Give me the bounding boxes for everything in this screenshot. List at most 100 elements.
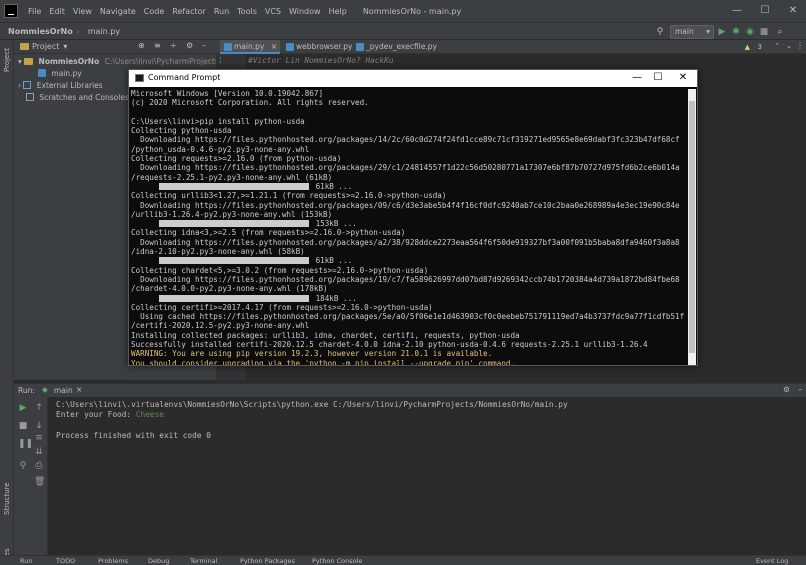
cmd-minimize-button[interactable]: — (627, 71, 647, 85)
download-progress-bar (159, 294, 309, 302)
chevron-up-icon[interactable]: ⌃ (774, 42, 780, 50)
pause-icon[interactable]: ❚❚ (18, 439, 33, 449)
search-icon[interactable]: ⌕ (774, 26, 786, 38)
menu-run[interactable]: Run (210, 7, 233, 16)
cmd-console-line (131, 108, 687, 117)
down-arrow-icon[interactable]: ↓ (34, 421, 44, 431)
cmd-console-line: 61kB ... (131, 182, 687, 191)
tree-item-main-py[interactable]: main.py (38, 68, 82, 80)
menu-code[interactable]: Code (140, 7, 168, 16)
status-python-packages[interactable]: Python Packages (240, 557, 295, 565)
cmd-console-line: C:\Users\linvi>pip install python-usda (131, 116, 305, 126)
menu-edit[interactable]: Edit (45, 7, 69, 16)
chevron-down-icon[interactable]: ▾ (63, 42, 67, 51)
collapse-icon[interactable]: ≡ (154, 41, 161, 50)
library-icon (23, 81, 32, 89)
coverage-icon[interactable]: ◉ (744, 26, 756, 38)
cmd-console-output[interactable]: Microsoft Windows [Version 10.0.19042.86… (131, 89, 687, 365)
locate-icon[interactable]: ⊕ (138, 41, 145, 50)
soft-wrap-icon[interactable]: ≡ (34, 433, 44, 443)
status-problems[interactable]: Problems (98, 557, 128, 565)
tab-label: main.py (234, 42, 265, 51)
more-icon[interactable]: ⋮ (796, 41, 804, 50)
menu-tools[interactable]: Tools (233, 7, 261, 16)
editor-tabs: main.py × webbrowser.py × _pydev_execfil… (216, 40, 806, 65)
pin-icon[interactable]: ⚲ (18, 461, 28, 471)
add-configuration-icon[interactable]: ⚲ (654, 26, 666, 38)
warning-icon[interactable]: ▲ (745, 43, 750, 51)
project-tool-tab[interactable]: Project (3, 48, 11, 72)
expand-icon[interactable]: ÷ (170, 41, 177, 50)
menu-navigate[interactable]: Navigate (96, 7, 140, 16)
menu-bar: File Edit View Navigate Code Refactor Ru… (0, 0, 806, 22)
chevron-down-icon: ▾ (706, 27, 710, 36)
pycharm-logo-icon (4, 4, 18, 18)
trash-icon[interactable]: 🗑 (34, 477, 45, 487)
cmd-titlebar[interactable]: Command Prompt — ☐ ✕ (129, 70, 697, 87)
scroll-to-end-icon[interactable]: ⇊ (34, 447, 44, 457)
close-button[interactable]: ✕ (786, 4, 800, 18)
tab-webbrowser-py[interactable]: webbrowser.py × (282, 40, 352, 65)
menu-vcs[interactable]: VCS (261, 7, 285, 16)
rerun-icon[interactable]: ▶ (18, 403, 28, 413)
status-run[interactable]: Run (20, 557, 32, 565)
hide-icon[interactable]: – (202, 41, 206, 50)
cmd-icon (135, 74, 144, 82)
status-debug[interactable]: Debug (148, 557, 169, 565)
gear-icon[interactable]: ⚙ (783, 385, 790, 394)
tree-item-scratches[interactable]: Scratches and Consoles (26, 92, 129, 104)
cmd-console-line: Collecting urllib3<1.27,>=1.21.1 (from r… (131, 191, 447, 201)
status-todo[interactable]: TODO (56, 557, 75, 565)
tree-item-label: main.py (51, 69, 82, 78)
stop-icon[interactable]: ■ (18, 421, 28, 431)
cmd-scrollbar[interactable] (688, 89, 696, 365)
run-panel-label: Run: (18, 386, 35, 395)
cmd-console-line: /python_usda-0.4.6-py2.py3-none-any.whl (131, 144, 310, 154)
maximize-button[interactable]: ☐ (758, 4, 772, 18)
folder-icon (24, 58, 34, 65)
debug-icon[interactable]: ✱ (730, 26, 742, 38)
cmd-close-button[interactable]: ✕ (673, 71, 693, 85)
menu-window[interactable]: Window (285, 7, 325, 16)
command-prompt-window[interactable]: Command Prompt — ☐ ✕ Microsoft Windows [… (128, 69, 698, 366)
status-event-log[interactable]: Event Log (756, 557, 788, 565)
gear-icon[interactable]: ⚙ (186, 41, 193, 50)
run-icon[interactable]: ▶ (716, 26, 728, 38)
close-icon[interactable]: × (76, 385, 82, 394)
status-python-console[interactable]: Python Console (312, 557, 362, 565)
tree-item-external-libraries[interactable]: › External Libraries (18, 80, 103, 92)
up-arrow-icon[interactable]: ↑ (34, 403, 44, 413)
stop-icon[interactable]: ■ (758, 26, 770, 38)
run-command-line: C:\Users\linvi\.virtualenvs\NommiesOrNo\… (56, 400, 568, 409)
cmd-console-line: /requests-2.25.1-py2.py3-none-any.whl (6… (131, 172, 333, 182)
menu-help[interactable]: Help (325, 7, 351, 16)
cmd-console-line: Using cached https://files.pythonhosted.… (131, 312, 685, 322)
chevron-down-icon[interactable]: ⌄ (786, 42, 792, 50)
cmd-title: Command Prompt (148, 73, 221, 82)
tab-pydev-execfile-py[interactable]: _pydev_execfile.py × (352, 40, 437, 65)
python-run-icon: ◆ (42, 385, 48, 394)
hide-icon[interactable]: – (798, 385, 802, 394)
breadcrumb-project[interactable]: NommiesOrNo (0, 27, 77, 36)
run-panel-header: Run: ◆ main × ⚙ – (14, 383, 806, 397)
breadcrumb-file[interactable]: main.py (80, 27, 124, 36)
run-prompt: Enter your Food: (56, 410, 136, 420)
menu-file[interactable]: File (24, 7, 45, 16)
status-terminal[interactable]: Terminal (190, 557, 217, 565)
project-panel-title[interactable]: Project (32, 42, 59, 51)
print-icon[interactable]: ⎙ (34, 461, 44, 471)
run-config-tab[interactable]: main (54, 386, 73, 395)
run-config-select[interactable]: main ▾ (670, 25, 714, 39)
menu-view[interactable]: View (69, 7, 96, 16)
structure-tool-tab[interactable]: Structure (3, 482, 11, 515)
cmd-maximize-button[interactable]: ☐ (648, 71, 668, 85)
menu-refactor[interactable]: Refactor (168, 7, 210, 16)
status-bar: Run TODO Problems Debug Terminal Python … (0, 555, 806, 565)
tree-item-root[interactable]: ▾ NommiesOrNo C:\Users\linvi\PycharmProj… (18, 56, 248, 68)
left-tool-strip: Project Structure Favorites (0, 40, 14, 565)
tab-main-py[interactable]: main.py × (220, 40, 280, 54)
close-icon[interactable]: × (271, 42, 277, 51)
minimize-button[interactable]: — (730, 4, 744, 18)
chevron-down-icon: ▾ (18, 57, 22, 66)
cmd-scrollbar-thumb[interactable] (689, 101, 695, 353)
